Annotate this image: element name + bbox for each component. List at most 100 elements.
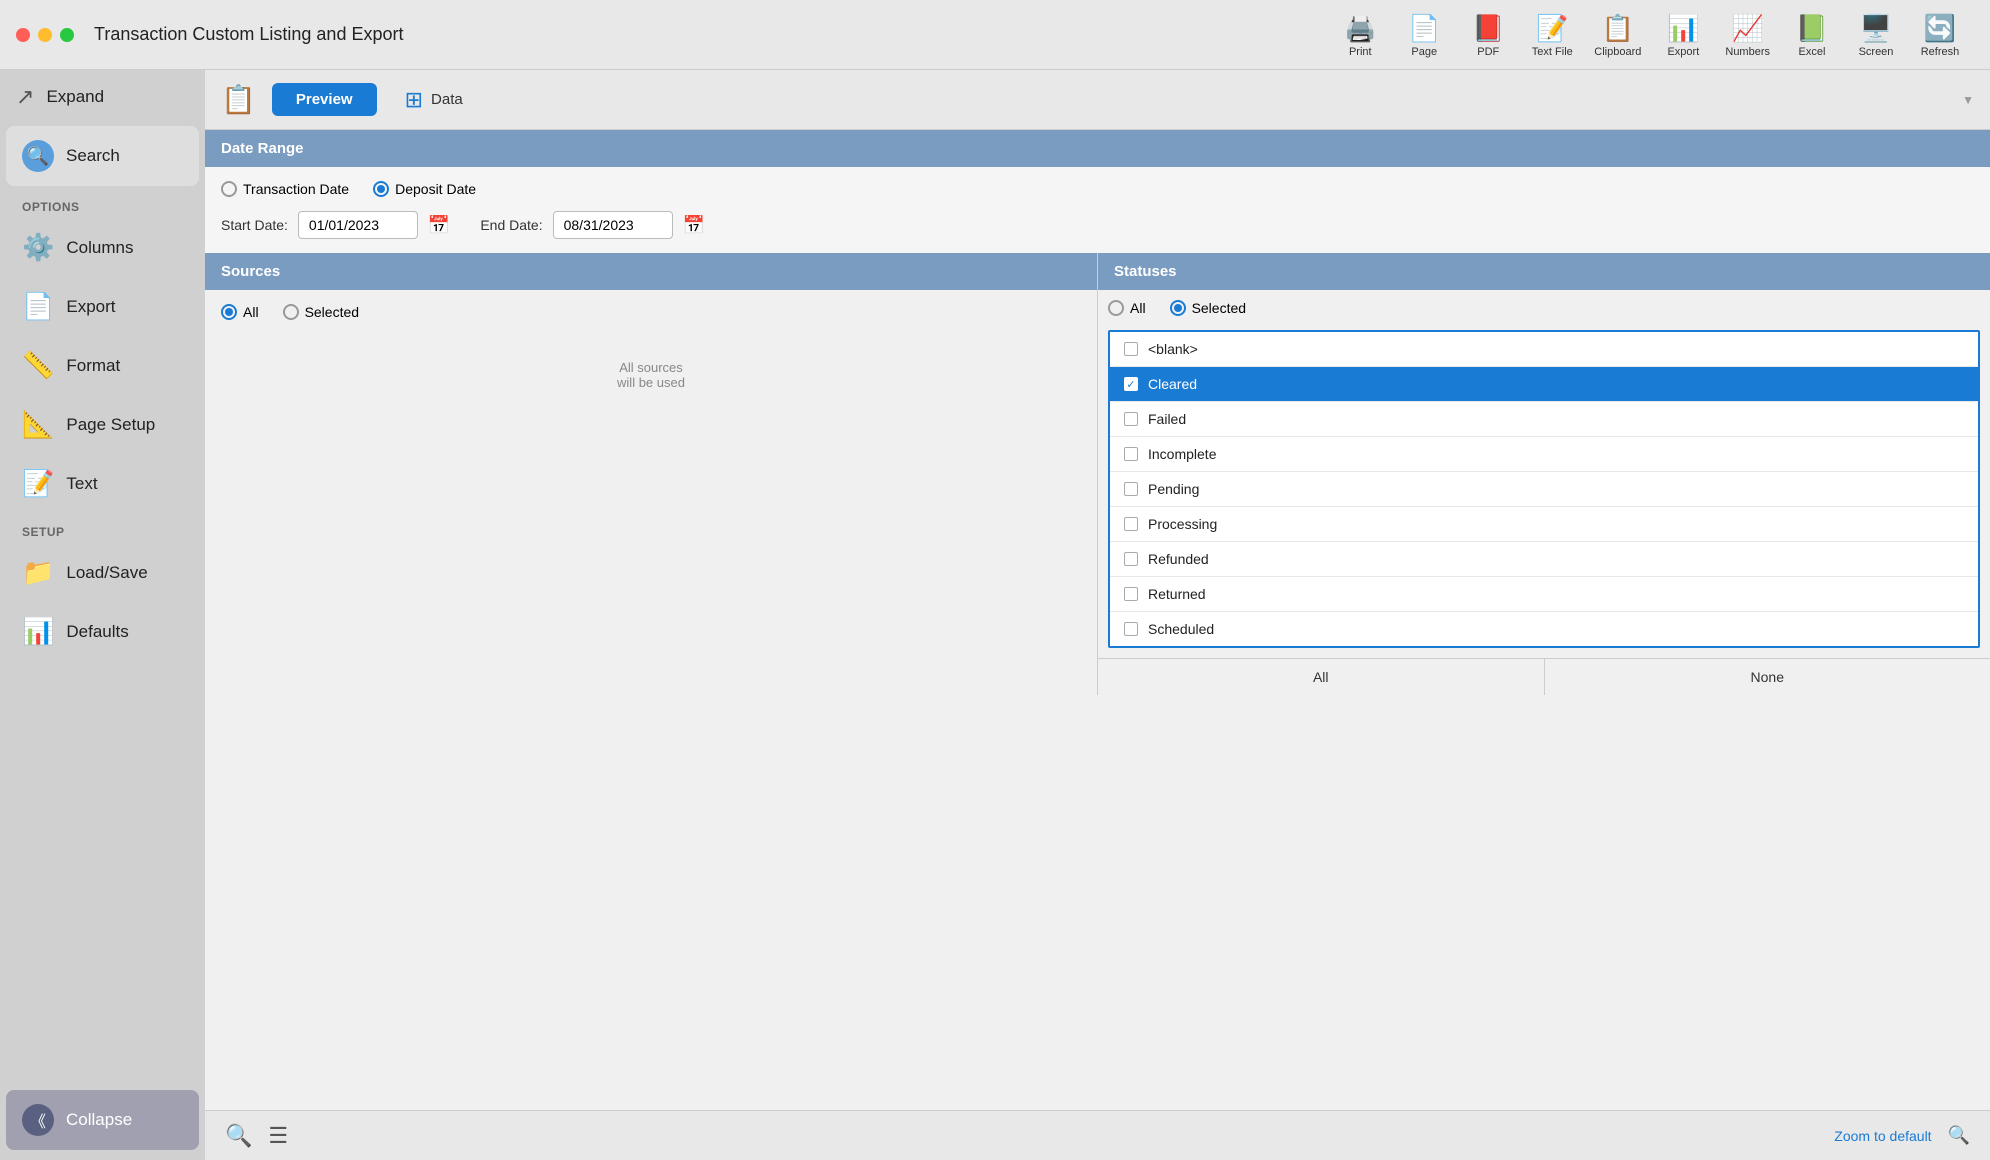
sidebar-item-format[interactable]: 📏 Format [6, 338, 199, 393]
status-item-processing[interactable]: Processing [1110, 507, 1978, 542]
refresh-icon: 🔄 [1924, 13, 1956, 44]
status-item-incomplete[interactable]: Incomplete [1110, 437, 1978, 472]
export-button[interactable]: 📊 Export [1653, 9, 1713, 62]
sidebar-item-load-save[interactable]: 📁 Load/Save [6, 545, 199, 600]
data-grid-icon: ⊞ [405, 87, 423, 113]
end-date-calendar-icon[interactable]: 📅 [683, 215, 705, 236]
text-file-icon: 📝 [1536, 13, 1568, 44]
date-range-header: Date Range [205, 130, 1990, 167]
sidebar-item-columns[interactable]: ⚙️ Columns [6, 220, 199, 275]
setup-section-label: SETUP [0, 513, 205, 543]
date-row: Start Date: 📅 End Date: 📅 [221, 211, 1974, 239]
data-button[interactable]: ⊞ Data [393, 81, 475, 119]
statuses-list: <blank> ✓ Cleared Failed [1108, 330, 1980, 648]
status-item-cleared[interactable]: ✓ Cleared [1110, 367, 1978, 402]
page-setup-icon: 📐 [22, 409, 54, 440]
defaults-icon: 📊 [22, 616, 54, 647]
status-item-pending[interactable]: Pending [1110, 472, 1978, 507]
search-bottom-icon[interactable]: 🔍 [225, 1123, 252, 1149]
statuses-section: Statuses All Selected [1098, 253, 1990, 695]
sources-note-line1: All sources [619, 360, 683, 375]
preview-doc-icon: 📋 [221, 83, 256, 116]
search-icon: 🔍 [22, 140, 54, 172]
pdf-button[interactable]: 📕 PDF [1458, 9, 1518, 62]
status-item-refunded[interactable]: Refunded [1110, 542, 1978, 577]
excel-label: Excel [1799, 46, 1826, 58]
sources-selected-circle [283, 304, 299, 320]
start-date-calendar-icon[interactable]: 📅 [428, 215, 450, 236]
page-button[interactable]: 📄 Page [1394, 9, 1454, 62]
excel-button[interactable]: 📗 Excel [1782, 9, 1842, 62]
end-date-input[interactable] [553, 211, 673, 239]
sources-all-radio[interactable]: All [221, 304, 259, 320]
sidebar-item-collapse[interactable]: 《 Collapse [6, 1090, 199, 1150]
page-icon: 📄 [1408, 13, 1440, 44]
sidebar-item-expand[interactable]: ↗ Expand [0, 70, 205, 124]
deposit-date-circle [373, 181, 389, 197]
format-icon: 📏 [22, 350, 54, 381]
clipboard-button[interactable]: 📋 Clipboard [1586, 9, 1649, 62]
end-date-label: End Date: [480, 217, 542, 233]
status-label-incomplete: Incomplete [1148, 446, 1216, 462]
refresh-button[interactable]: 🔄 Refresh [1910, 9, 1970, 62]
statuses-header: Statuses [1098, 253, 1990, 290]
search-label: Search [66, 146, 120, 166]
expand-label: Expand [46, 87, 104, 107]
load-save-label: Load/Save [66, 563, 147, 583]
status-label-cleared: Cleared [1148, 376, 1197, 392]
sidebar-item-page-setup[interactable]: 📐 Page Setup [6, 397, 199, 452]
list-bottom-icon[interactable]: ☰ [268, 1123, 288, 1149]
deposit-date-radio[interactable]: Deposit Date [373, 181, 476, 197]
export-sidebar-label: Export [66, 297, 115, 317]
statuses-selected-radio[interactable]: Selected [1170, 300, 1246, 316]
screen-button[interactable]: 🖥️ Screen [1846, 9, 1906, 62]
status-item-failed[interactable]: Failed [1110, 402, 1978, 437]
sidebar: ↗ Expand 🔍 Search OPTIONS ⚙️ Columns 📄 E… [0, 70, 205, 1160]
minimize-button[interactable] [38, 28, 52, 42]
sources-selected-label: Selected [305, 304, 359, 320]
sources-selected-radio[interactable]: Selected [283, 304, 359, 320]
sources-all-label: All [243, 304, 259, 320]
zoom-label[interactable]: Zoom to default [1834, 1128, 1931, 1144]
statuses-list-wrapper: <blank> ✓ Cleared Failed [1098, 330, 1990, 658]
sidebar-item-defaults[interactable]: 📊 Defaults [6, 604, 199, 659]
statuses-footer: All None [1098, 658, 1990, 695]
screen-label: Screen [1859, 46, 1894, 58]
sidebar-item-export[interactable]: 📄 Export [6, 279, 199, 334]
clipboard-icon: 📋 [1602, 13, 1634, 44]
sidebar-item-search[interactable]: 🔍 Search [6, 126, 199, 186]
clipboard-label: Clipboard [1594, 46, 1641, 58]
status-checkbox-returned [1124, 587, 1138, 601]
bottom-bar: 🔍 ☰ Zoom to default 🔍 [205, 1110, 1990, 1160]
statuses-all-button[interactable]: All [1098, 659, 1545, 695]
pdf-label: PDF [1477, 46, 1499, 58]
statuses-none-button[interactable]: None [1545, 659, 1990, 695]
numbers-label: Numbers [1725, 46, 1770, 58]
defaults-label: Defaults [66, 622, 128, 642]
close-button[interactable] [16, 28, 30, 42]
numbers-button[interactable]: 📈 Numbers [1717, 9, 1778, 62]
maximize-button[interactable] [60, 28, 74, 42]
export-icon: 📊 [1667, 13, 1699, 44]
transaction-date-radio[interactable]: Transaction Date [221, 181, 349, 197]
sources-radio-group: All Selected [221, 304, 1081, 320]
print-button[interactable]: 🖨️ Print [1330, 9, 1390, 62]
status-item-scheduled[interactable]: Scheduled [1110, 612, 1978, 646]
status-checkbox-incomplete [1124, 447, 1138, 461]
start-date-input[interactable] [298, 211, 418, 239]
status-label-refunded: Refunded [1148, 551, 1209, 567]
zoom-in-icon[interactable]: 🔍 [1948, 1125, 1970, 1146]
text-file-label: Text File [1532, 46, 1573, 58]
statuses-radio-group: All Selected [1108, 300, 1980, 316]
status-item-returned[interactable]: Returned [1110, 577, 1978, 612]
numbers-icon: 📈 [1732, 13, 1764, 44]
print-icon: 🖨️ [1344, 13, 1376, 44]
status-item-blank[interactable]: <blank> [1110, 332, 1978, 367]
screen-icon: 🖥️ [1860, 13, 1892, 44]
text-file-button[interactable]: 📝 Text File [1522, 9, 1582, 62]
preview-button[interactable]: Preview [272, 83, 377, 116]
page-label: Page [1411, 46, 1437, 58]
options-section-label: OPTIONS [0, 188, 205, 218]
sidebar-item-text[interactable]: 📝 Text [6, 456, 199, 511]
statuses-all-radio[interactable]: All [1108, 300, 1146, 316]
